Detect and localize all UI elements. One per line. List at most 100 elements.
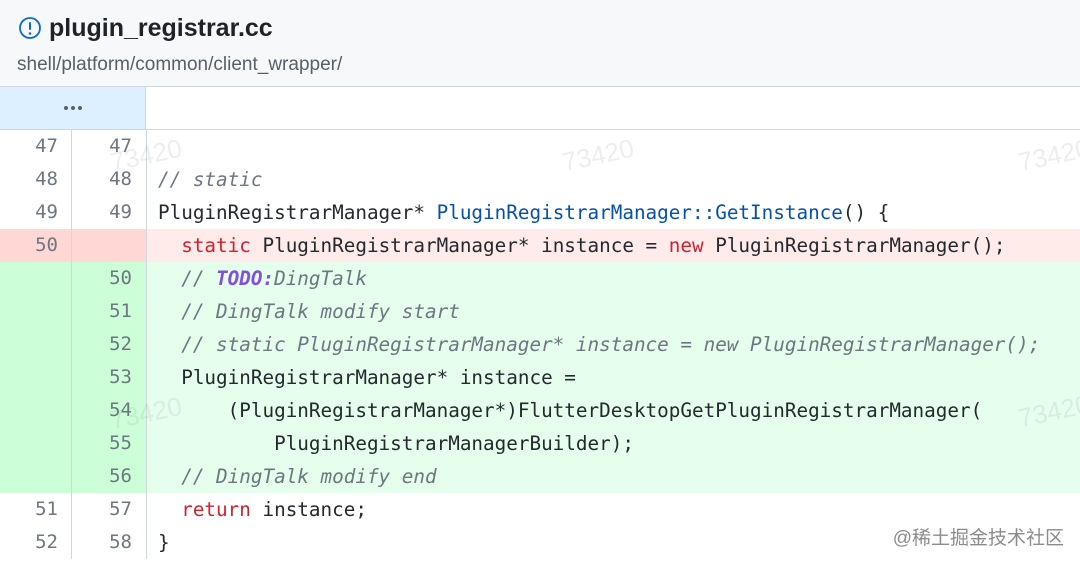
old-line-gutter[interactable]: [0, 460, 72, 493]
code-cell: static PluginRegistrarManager* instance …: [147, 229, 1080, 262]
new-line-gutter[interactable]: 58: [72, 526, 147, 559]
diff-row: 48 48 // static: [0, 163, 1080, 196]
new-line-gutter[interactable]: 49: [72, 196, 147, 229]
old-line-gutter[interactable]: 50: [0, 229, 72, 262]
new-line-number: 47: [109, 135, 132, 157]
code-token: // static PluginRegistrarManager* instan…: [158, 333, 1041, 356]
new-line-number: 57: [109, 498, 132, 520]
code-cell: (PluginRegistrarManager*)FlutterDesktopG…: [147, 394, 1080, 427]
code-cell: return instance;: [147, 493, 1080, 526]
new-line-gutter[interactable]: 56: [72, 460, 147, 493]
diff-row: 47 47: [0, 130, 1080, 163]
diff-row: 50 // TODO:DingTalk: [0, 262, 1080, 295]
ellipsis-icon: [71, 106, 75, 110]
diff-row: 51 // DingTalk modify start: [0, 295, 1080, 328]
code-line: // TODO:DingTalk: [147, 262, 1080, 295]
old-line-gutter[interactable]: [0, 328, 72, 361]
new-line-gutter[interactable]: [72, 229, 147, 262]
code-cell: // static: [147, 163, 1080, 196]
old-line-number: 48: [35, 168, 58, 190]
old-line-number: 47: [35, 135, 58, 157]
old-line-gutter[interactable]: 48: [0, 163, 72, 196]
new-line-number: 49: [109, 201, 132, 223]
new-line-number: 55: [109, 432, 132, 454]
old-line-gutter[interactable]: [0, 361, 72, 394]
new-line-gutter[interactable]: 55: [72, 427, 147, 460]
code-token: //: [158, 267, 217, 290]
diff-table: 47 47 48 48 // static 49 49 PluginRegistrarMana…: [0, 130, 1080, 559]
old-line-gutter[interactable]: 51: [0, 493, 72, 526]
new-line-number: 56: [109, 465, 132, 487]
code-line: // DingTalk modify start: [147, 295, 1080, 328]
new-line-number: 53: [109, 366, 132, 388]
new-line-gutter[interactable]: 47: [72, 130, 147, 163]
new-line-gutter[interactable]: 52: [72, 328, 147, 361]
code-cell: PluginRegistrarManagerBuilder);: [147, 427, 1080, 460]
diff-row: 53 PluginRegistrarManager* instance =: [0, 361, 1080, 394]
ellipsis-icon: [78, 106, 82, 110]
code-cell: // DingTalk modify end: [147, 460, 1080, 493]
new-line-number: 58: [109, 531, 132, 553]
code-line: // static: [147, 163, 1080, 196]
new-line-gutter[interactable]: 54: [72, 394, 147, 427]
new-line-gutter[interactable]: 57: [72, 493, 147, 526]
code-token: new: [668, 234, 704, 257]
old-line-gutter[interactable]: [0, 295, 72, 328]
new-line-gutter[interactable]: 50: [72, 262, 147, 295]
old-line-gutter[interactable]: [0, 427, 72, 460]
code-token: TODO:: [216, 267, 275, 290]
code-cell: [147, 130, 1080, 163]
code-line: PluginRegistrarManager* PluginRegistrarM…: [147, 196, 1080, 229]
new-line-number: 51: [109, 300, 132, 322]
file-name[interactable]: plugin_registrar.cc: [49, 11, 273, 45]
file-path: shell/platform/common/client_wrapper/: [17, 54, 343, 75]
code-token: // DingTalk modify end: [158, 465, 437, 488]
new-line-gutter[interactable]: 53: [72, 361, 147, 394]
code-token: PluginRegistrarManager::GetInstance: [436, 201, 843, 224]
code-line: PluginRegistrarManager* instance =: [147, 361, 1080, 394]
diff-row: 49 49 PluginRegistrarManager* PluginRegist…: [0, 196, 1080, 229]
new-line-gutter[interactable]: 48: [72, 163, 147, 196]
old-line-number: 50: [35, 234, 58, 256]
diff-row: 52 // static PluginRegistrarManager* ins…: [0, 328, 1080, 361]
site-watermark: @稀土掘金技术社区: [892, 528, 1064, 549]
code-line: (PluginRegistrarManager*)FlutterDesktopG…: [147, 394, 1080, 427]
old-line-number: 52: [35, 531, 58, 553]
old-line-gutter[interactable]: [0, 262, 72, 295]
code-cell: // static PluginRegistrarManager* instan…: [147, 328, 1080, 361]
diff-row: 56 // DingTalk modify end: [0, 460, 1080, 493]
old-line-gutter[interactable]: 47: [0, 130, 72, 163]
code-token: return: [181, 498, 251, 521]
code-token: DingTalk: [274, 267, 367, 290]
new-line-gutter[interactable]: 51: [72, 295, 147, 328]
code-token: PluginRegistrarManager* instance =: [250, 234, 669, 257]
code-cell: // DingTalk modify start: [147, 295, 1080, 328]
code-token: }: [158, 531, 170, 554]
new-line-number: 50: [109, 267, 132, 289]
old-line-gutter[interactable]: 49: [0, 196, 72, 229]
code-token: instance;: [250, 498, 367, 521]
old-line-gutter[interactable]: [0, 394, 72, 427]
diff-row: 51 57 return instance;: [0, 493, 1080, 526]
code-line: return instance;: [147, 493, 1080, 526]
code-token: PluginRegistrarManager* instance =: [158, 366, 576, 389]
hunk-gutter: [0, 87, 146, 129]
code-line: static PluginRegistrarManager* instance …: [147, 229, 1080, 262]
code-token: // static: [158, 168, 263, 191]
expand-hunk-button[interactable]: [53, 97, 93, 119]
code-token: PluginRegistrarManager*: [158, 201, 437, 224]
code-token: PluginRegistrarManagerBuilder);: [158, 432, 634, 455]
diff-row: 55 PluginRegistrarManagerBuilder);: [0, 427, 1080, 460]
code-token: (PluginRegistrarManager*)FlutterDesktopG…: [158, 399, 983, 422]
old-line-gutter[interactable]: 52: [0, 526, 72, 559]
new-line-number: 48: [109, 168, 132, 190]
hunk-header: [0, 87, 1080, 130]
old-line-number: 49: [35, 201, 58, 223]
file-header: plugin_registrar.cc shell/platform/commo…: [0, 0, 1080, 87]
code-line: // static PluginRegistrarManager* instan…: [147, 328, 1080, 361]
code-cell: PluginRegistrarManager* instance =: [147, 361, 1080, 394]
code-line: // DingTalk modify end: [147, 460, 1080, 493]
diff-row: 50 static PluginRegistrarManager* instan…: [0, 229, 1080, 262]
